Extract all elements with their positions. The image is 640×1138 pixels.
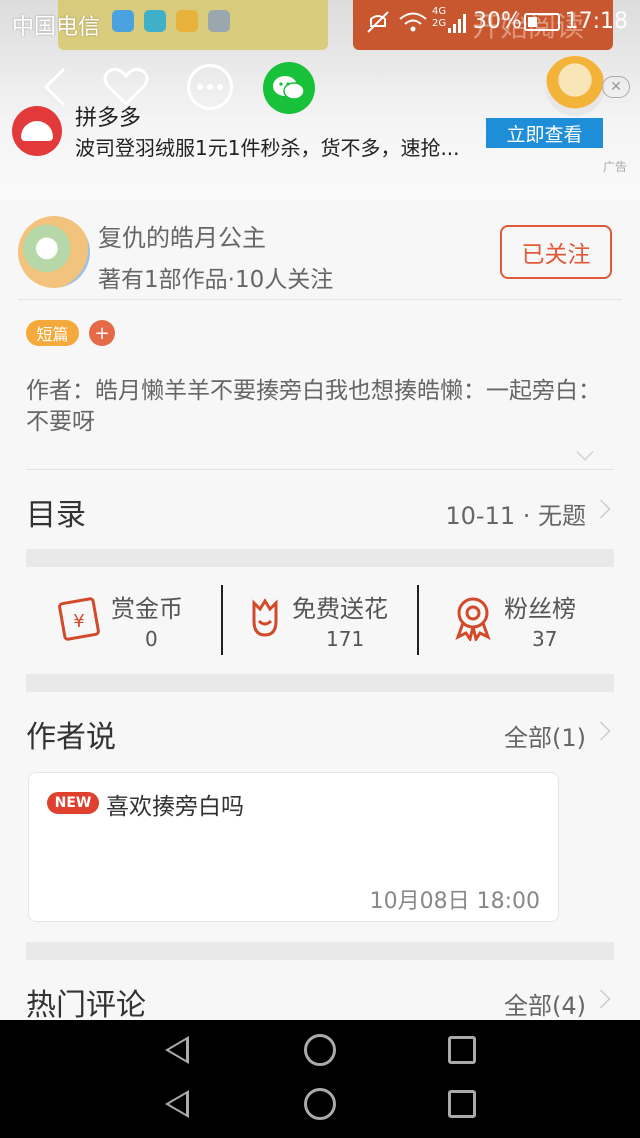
stat-flower[interactable]: 免费送花 171 (222, 585, 418, 659)
stat-label: 粉丝榜 (504, 595, 576, 623)
battery-percent: 30% (473, 9, 522, 34)
image-notification-icon (208, 10, 230, 32)
divider (26, 469, 614, 470)
stat-value: 171 (326, 627, 365, 651)
nav-home-icon[interactable] (304, 1034, 336, 1066)
author-says-header[interactable]: 作者说 全部(1) (26, 712, 614, 756)
stat-reward[interactable]: ¥ 赏金币 0 (26, 585, 222, 659)
section-divider (26, 942, 614, 960)
stat-value: 37 (532, 627, 558, 651)
note-timestamp: 10月08日 18:00 (369, 889, 540, 914)
author-note-card[interactable]: NEW 喜欢揍旁白吗 10月08日 18:00 (28, 772, 559, 922)
stat-value: 0 (145, 627, 158, 651)
author-meta: 著有1部作品·10人关注 (98, 267, 334, 293)
chevron-right-icon (591, 499, 611, 519)
mute-icon (367, 11, 389, 33)
chevron-right-icon (591, 989, 611, 1009)
clock: 17:18 (564, 9, 628, 34)
app-notification-icon (176, 10, 198, 32)
status-bar: 中国电信 4G 2G 30% 17:18 (0, 0, 640, 44)
network-top: 4G (432, 6, 447, 17)
section-divider (26, 674, 614, 692)
medal-icon (455, 597, 491, 641)
stats-row: ¥ 赏金币 0 免费送花 171 粉丝榜 37 (26, 585, 614, 659)
carrier-label: 中国电信 (12, 15, 101, 40)
hot-comments-all-link[interactable]: 全部(4) (504, 986, 586, 1021)
flower-icon (252, 598, 278, 637)
nav-home-icon[interactable] (304, 1088, 336, 1120)
wifi-icon (399, 12, 427, 32)
nav-recent-apps-icon[interactable] (448, 1036, 476, 1064)
ad-close-button[interactable]: ✕ (602, 76, 630, 98)
hot-comments-title: 热门评论 (26, 988, 146, 1023)
svg-text:¥: ¥ (73, 611, 84, 632)
nav-recent-apps-icon[interactable] (448, 1090, 476, 1118)
toc-row[interactable]: 目录 10-11 · 无题 (26, 490, 614, 534)
ad-tag: 广告 (603, 160, 628, 174)
author-avatar[interactable] (18, 216, 90, 288)
author-says-title: 作者说 (26, 720, 116, 755)
stat-label: 免费送花 (292, 595, 388, 623)
network-bottom: 2G (432, 18, 447, 29)
nav-back-icon[interactable] (165, 1036, 189, 1064)
pinduoduo-logo (12, 106, 62, 156)
toc-title: 目录 (26, 498, 86, 533)
system-navigation-bar (0, 1020, 640, 1138)
stat-fans[interactable]: 粉丝榜 37 (418, 585, 614, 659)
hot-comments-header[interactable]: 热门评论 全部(4) (26, 980, 614, 1024)
mascot-avatar[interactable] (545, 56, 605, 116)
ad-title: 拼多多 (75, 106, 142, 131)
reward-icon: ¥ (58, 597, 100, 641)
ad-banner[interactable]: 拼多多 波司登羽绒服1元1件秒杀，货不多，速抢... 立即查看 广告 (0, 96, 640, 176)
author-card[interactable]: 复仇的皓月公主 著有1部作品·10人关注 已关注 (18, 210, 622, 300)
new-badge: NEW (47, 792, 99, 814)
stat-label: 赏金币 (111, 595, 183, 623)
ad-cta-button[interactable]: 立即查看 (486, 118, 603, 148)
note-title: 喜欢揍旁白吗 (106, 794, 244, 820)
battery-icon (524, 13, 560, 31)
ellipsis-icon (197, 84, 223, 90)
book-intro: 作者：皓月懒羊羊不要揍旁白我也想揍皓懒：一起旁白：不要呀 (26, 378, 601, 435)
location-notification-icon (144, 10, 166, 32)
author-says-all-link[interactable]: 全部(1) (504, 718, 586, 753)
toc-latest-chapter[interactable]: 10-11 · 无题 (445, 496, 586, 531)
author-name: 复仇的皓月公主 (98, 224, 266, 252)
section-divider (26, 549, 614, 567)
follow-button[interactable]: 已关注 (500, 225, 612, 279)
ad-description: 波司登羽绒服1元1件秒杀，货不多，速抢... (75, 136, 460, 160)
expand-chevron-down-icon[interactable] (576, 443, 594, 461)
chevron-right-icon (591, 721, 611, 741)
add-tag-button[interactable]: + (89, 320, 115, 346)
nav-back-icon[interactable] (165, 1090, 189, 1118)
signal-icon (448, 14, 466, 33)
tag-short[interactable]: 短篇 (26, 320, 79, 346)
network-type-label: 4G 2G (432, 6, 446, 30)
app-notification-icon (112, 10, 134, 32)
